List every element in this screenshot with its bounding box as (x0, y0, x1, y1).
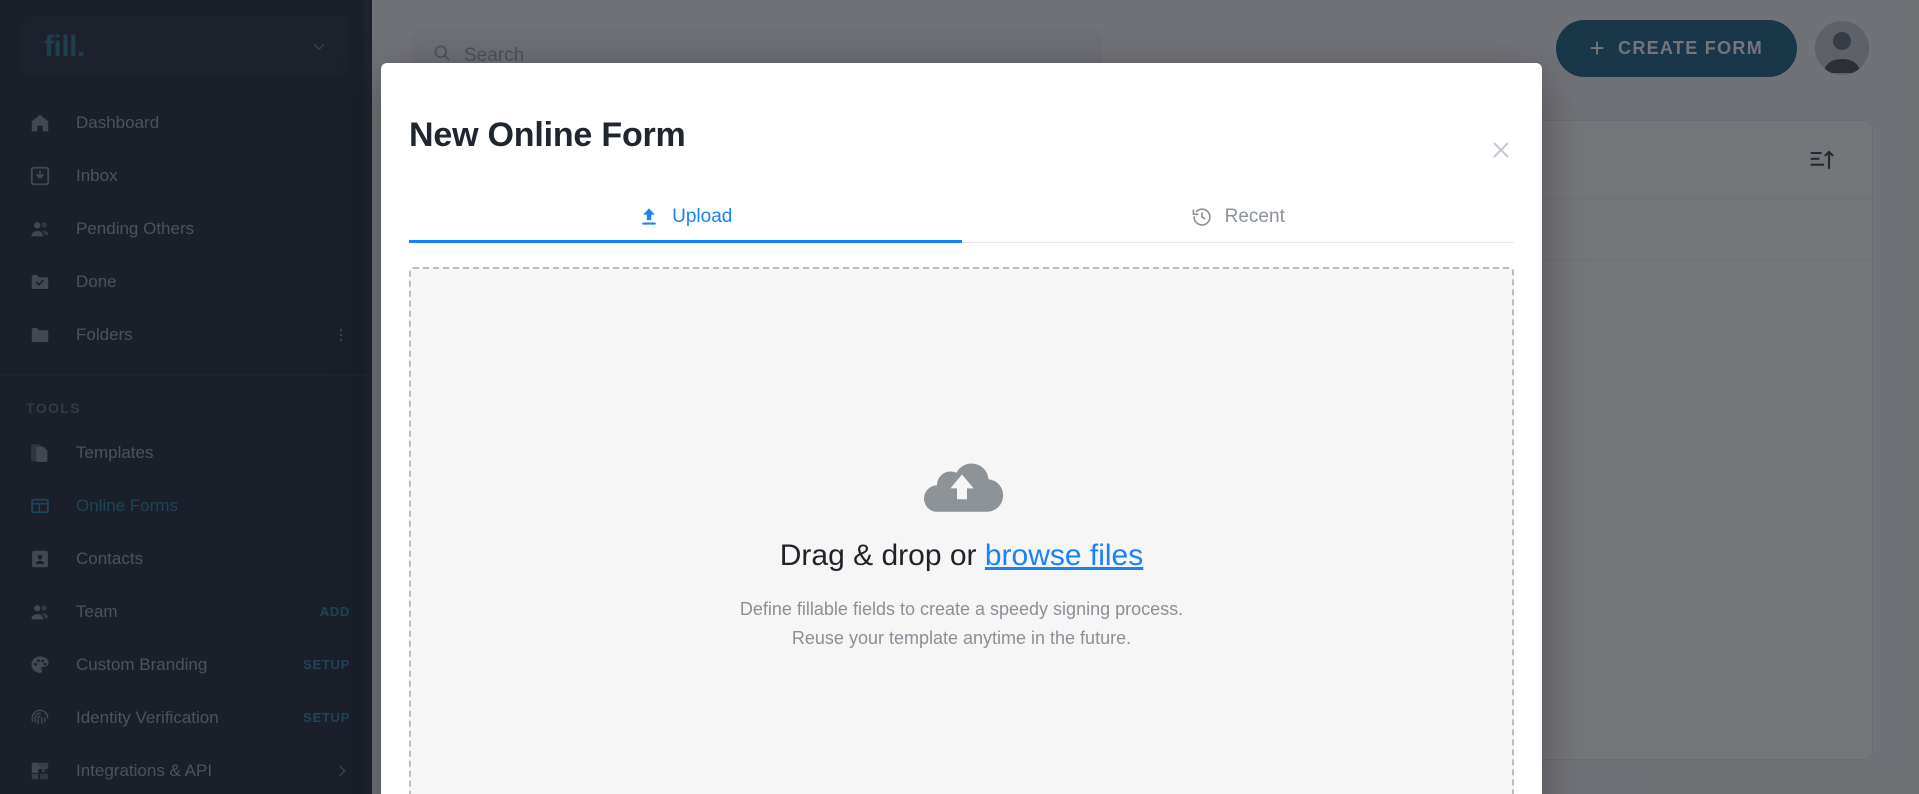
tab-recent-label: Recent (1224, 205, 1285, 227)
file-dropzone[interactable]: Drag & drop or browse files Define filla… (409, 267, 1514, 794)
history-clock-icon (1191, 206, 1213, 228)
cloud-upload-icon (919, 453, 1005, 517)
page-title: New Online Form (409, 116, 686, 154)
dropzone-subtext-line-2: Reuse your template anytime in the futur… (791, 628, 1132, 648)
dropzone-headline-prefix: Drag & drop or (779, 538, 985, 572)
new-online-form-modal: New Online Form Upload Recent Drag & dro… (381, 63, 1542, 794)
dropzone-subtext: Define fillable fields to create a speed… (740, 595, 1183, 653)
dropzone-headline: Drag & drop or browse files (780, 539, 1144, 573)
modal-tabs: Upload Recent (409, 193, 1514, 243)
dropzone-subtext-line-1: Define fillable fields to create a speed… (739, 598, 1184, 619)
close-icon[interactable] (1486, 135, 1516, 165)
browse-files-link[interactable]: browse files (985, 539, 1143, 572)
tab-recent[interactable]: Recent (962, 193, 1515, 243)
upload-arrow-icon (638, 206, 660, 228)
app-root: fill. Dashboard (0, 0, 1919, 794)
tab-upload[interactable]: Upload (409, 193, 962, 243)
tab-upload-label: Upload (672, 205, 733, 227)
